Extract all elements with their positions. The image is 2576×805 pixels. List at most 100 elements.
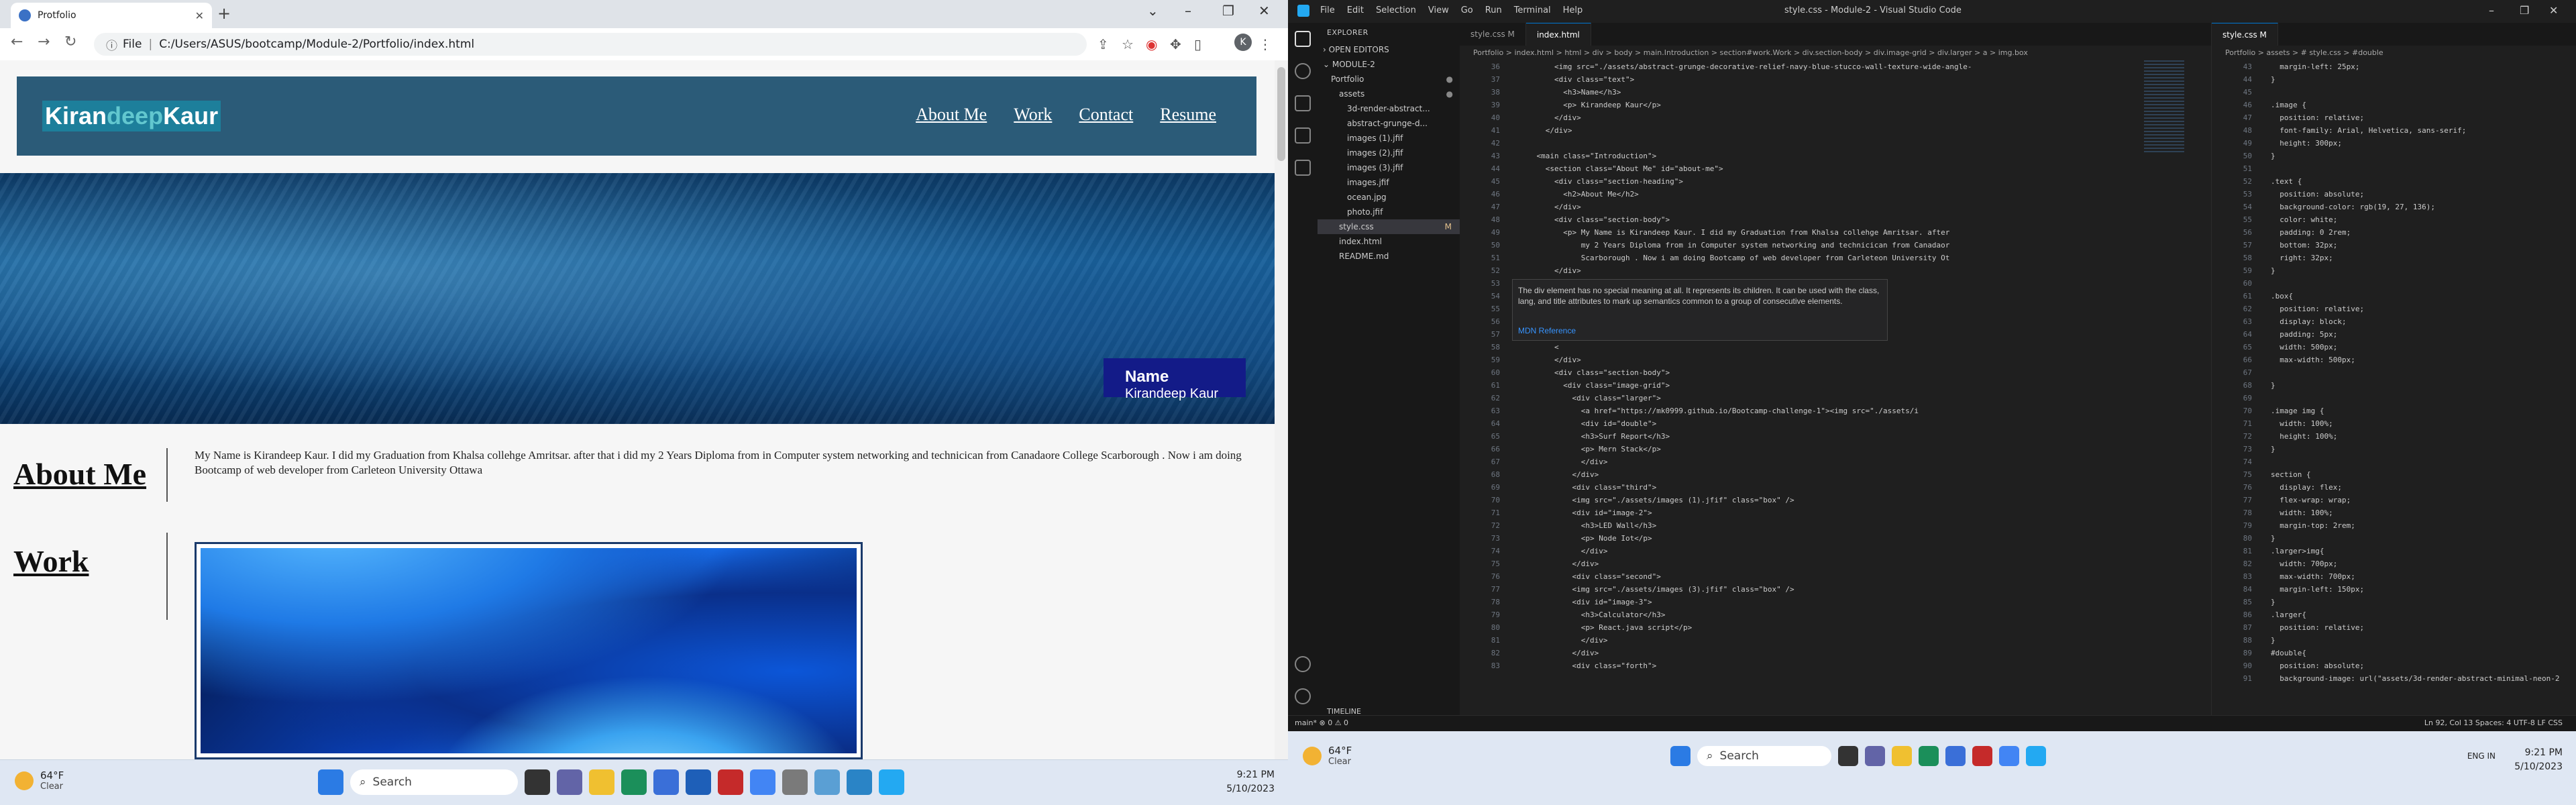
menu-view[interactable]: View: [1428, 5, 1449, 15]
status-right[interactable]: Ln 92, Col 13 Spaces: 4 UTF-8 LF CSS: [2424, 718, 2563, 727]
tree-item[interactable]: Portfolio ●: [1318, 72, 1460, 87]
vscode-icon[interactable]: [2026, 746, 2046, 766]
site-logo[interactable]: KirandeepKaur: [42, 101, 221, 131]
breadcrumb[interactable]: Portfolio > assets > # style.css > #doub…: [2212, 46, 2576, 60]
windows-start-icon[interactable]: [318, 769, 343, 795]
close-window-button[interactable]: ✕: [2549, 4, 2558, 17]
system-clock[interactable]: 9:21 PM 5/10/2023: [2514, 746, 2563, 774]
run-debug-icon[interactable]: [1295, 127, 1311, 144]
mcafee-icon[interactable]: [1972, 746, 1992, 766]
workspace-header[interactable]: ⌄ MODULE-2: [1318, 57, 1460, 72]
store-icon[interactable]: [1945, 746, 1966, 766]
sidepanel-icon[interactable]: ▯: [1194, 36, 1201, 52]
edge-icon[interactable]: [621, 769, 647, 795]
scroll-thumb[interactable]: [1277, 67, 1285, 161]
minimize-button[interactable]: –: [1185, 3, 1191, 19]
menu-terminal[interactable]: Terminal: [1514, 5, 1551, 15]
code-line: .larger>img{: [2271, 547, 2324, 555]
menu-help[interactable]: Help: [1563, 5, 1583, 15]
weather-widget[interactable]: 64°F Clear: [15, 769, 64, 792]
work-project-image[interactable]: [195, 542, 863, 759]
task-view-icon[interactable]: [1838, 746, 1858, 766]
menu-run[interactable]: Run: [1485, 5, 1502, 15]
breadcrumb[interactable]: Portfolio > index.html > html > div > bo…: [1460, 46, 2211, 60]
puzzle-icon[interactable]: ✥: [1170, 36, 1181, 52]
menu-icon[interactable]: ⋮: [1258, 36, 1272, 52]
teams-icon[interactable]: [557, 769, 582, 795]
menu-edit[interactable]: Edit: [1347, 5, 1364, 15]
tab-style-css[interactable]: style.css M: [2212, 23, 2278, 46]
search-icon[interactable]: [1295, 63, 1311, 79]
tree-item[interactable]: photo.jfif: [1318, 205, 1460, 219]
gear-icon[interactable]: [1295, 688, 1311, 704]
tree-item[interactable]: abstract-grunge-d...: [1318, 116, 1460, 131]
avatar[interactable]: K: [1234, 34, 1252, 51]
mail-icon[interactable]: [782, 769, 808, 795]
browser-tab[interactable]: Protfolio ✕: [11, 3, 212, 28]
nav-work[interactable]: Work: [1014, 105, 1052, 125]
extension-icon[interactable]: ◉: [1146, 36, 1157, 52]
minimize-button[interactable]: –: [2489, 4, 2494, 17]
chrome-icon[interactable]: [750, 769, 775, 795]
extensions-icon[interactable]: [1295, 160, 1311, 176]
maximize-button[interactable]: ❐: [2520, 4, 2529, 17]
menu-file[interactable]: File: [1320, 5, 1335, 15]
mcafee-icon[interactable]: [718, 769, 743, 795]
app-icon[interactable]: [847, 769, 872, 795]
maximize-button[interactable]: ❐: [1222, 3, 1234, 19]
store-icon[interactable]: [653, 769, 679, 795]
tree-item[interactable]: images (1).jfif: [1318, 131, 1460, 146]
tree-item[interactable]: README.md: [1318, 249, 1460, 264]
tree-item[interactable]: images (3).jfif: [1318, 160, 1460, 175]
vscode-icon[interactable]: [879, 769, 904, 795]
nav-resume[interactable]: Resume: [1160, 105, 1216, 125]
tab-index-html[interactable]: index.html: [1525, 23, 1591, 46]
language-indicator[interactable]: ENG IN: [2467, 751, 2496, 761]
tree-item[interactable]: ocean.jpg: [1318, 190, 1460, 205]
app-icon[interactable]: [814, 769, 840, 795]
tree-item[interactable]: images (2).jfif: [1318, 146, 1460, 160]
info-icon[interactable]: ⓘ: [106, 36, 117, 53]
edge-icon[interactable]: [1919, 746, 1939, 766]
tree-item[interactable]: images.jfif: [1318, 175, 1460, 190]
menu-go[interactable]: Go: [1461, 5, 1473, 15]
tab-style-css[interactable]: style.css M: [1460, 23, 1526, 46]
windows-start-icon[interactable]: [1670, 746, 1690, 766]
file-explorer-icon[interactable]: [1892, 746, 1912, 766]
tree-item[interactable]: 3d-render-abstract...: [1318, 101, 1460, 116]
teams-icon[interactable]: [1865, 746, 1885, 766]
tree-item[interactable]: style.css M: [1318, 219, 1460, 234]
star-icon[interactable]: ☆: [1122, 36, 1134, 52]
weather-widget[interactable]: 64°F Clear: [1303, 745, 1352, 767]
app-icon[interactable]: [686, 769, 711, 795]
close-window-button[interactable]: ✕: [1258, 3, 1270, 19]
close-icon[interactable]: ✕: [195, 9, 204, 22]
reload-button[interactable]: ↻: [64, 34, 76, 50]
status-left[interactable]: main* ⊗ 0 ⚠ 0: [1295, 718, 1348, 727]
menu-selection[interactable]: Selection: [1376, 5, 1416, 15]
tree-item[interactable]: index.html: [1318, 234, 1460, 249]
minimap[interactable]: [2144, 60, 2184, 154]
address-bar[interactable]: ⓘ File | C:/Users/ASUS/bootcamp/Module-2…: [94, 33, 1087, 56]
taskbar-search[interactable]: ⌕ Search: [1697, 746, 1831, 766]
chrome-icon[interactable]: [1999, 746, 2019, 766]
page-scrollbar[interactable]: [1275, 60, 1288, 759]
new-tab-button[interactable]: +: [217, 4, 231, 23]
account-icon[interactable]: [1295, 656, 1311, 672]
share-icon[interactable]: ⇪: [1097, 36, 1109, 52]
weather-desc: Clear: [40, 782, 63, 792]
system-clock[interactable]: 9:21 PM 5/10/2023: [1226, 768, 1275, 796]
mdn-reference-link[interactable]: MDN Reference: [1518, 325, 1576, 336]
explorer-icon[interactable]: [1295, 31, 1311, 47]
open-editors-header[interactable]: › OPEN EDITORS: [1318, 42, 1460, 57]
task-view-icon[interactable]: [525, 769, 550, 795]
forward-button[interactable]: →: [38, 34, 50, 50]
nav-contact[interactable]: Contact: [1079, 105, 1133, 125]
file-explorer-icon[interactable]: [589, 769, 614, 795]
source-control-icon[interactable]: [1295, 95, 1311, 111]
taskbar-search[interactable]: ⌕ Search: [350, 769, 518, 795]
tree-item[interactable]: assets ●: [1318, 87, 1460, 101]
nav-about-me[interactable]: About Me: [916, 105, 987, 125]
back-button[interactable]: ←: [11, 34, 23, 50]
chevron-down-icon[interactable]: ⌄: [1147, 3, 1159, 19]
